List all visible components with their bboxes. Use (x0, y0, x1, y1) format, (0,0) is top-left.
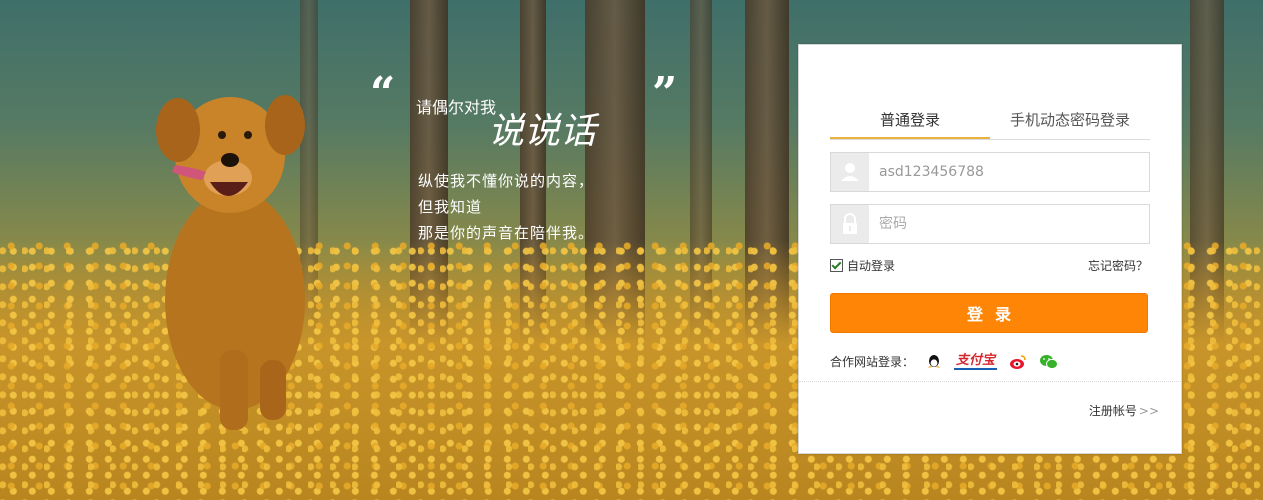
partner-login: 合作网站登录： 支付宝 (830, 353, 1059, 370)
auto-login-checkbox[interactable]: 自动登录 (830, 257, 895, 274)
login-tabs: 普通登录 手机动态密码登录 (830, 101, 1150, 140)
quote-line-2: 说说话 (488, 111, 597, 152)
divider (799, 381, 1181, 382)
qq-icon[interactable] (926, 354, 942, 370)
weibo-icon[interactable] (1009, 354, 1027, 370)
username-input[interactable] (879, 153, 1139, 191)
tab-sms-login[interactable]: 手机动态密码登录 (990, 101, 1150, 139)
wechat-icon[interactable] (1039, 354, 1059, 370)
partner-login-label: 合作网站登录： (830, 355, 915, 369)
quote-line-1: 请偶尔对我 (416, 98, 497, 117)
tab-normal-login[interactable]: 普通登录 (830, 101, 990, 139)
quote-body-line: 纵使我不懂你说的内容， (418, 172, 595, 190)
login-panel: 普通登录 手机动态密码登录 自动登录 忘记密码？ 登录 合作网站登录： 支付宝 (798, 44, 1182, 454)
register-link[interactable]: 注册帐号 >> (1089, 402, 1159, 419)
password-input[interactable] (879, 205, 1139, 243)
register-arrow: >> (1138, 404, 1159, 418)
quote-open-mark: “ (370, 68, 396, 119)
quote-body: 纵使我不懂你说的内容， 但我知道 那是你的声音在陪伴我。 (418, 168, 594, 246)
quote-close-mark: ” (652, 68, 678, 119)
password-field (830, 204, 1150, 244)
forgot-password-link[interactable]: 忘记密码？ (1088, 257, 1148, 274)
quote-body-line: 那是你的声音在陪伴我。 (418, 224, 595, 242)
auto-login-label: 自动登录 (847, 259, 896, 273)
username-field (830, 152, 1150, 192)
golden-retriever-image (156, 95, 305, 430)
user-icon (831, 153, 869, 191)
lock-icon (831, 205, 869, 243)
checkbox-checked-icon[interactable] (830, 259, 843, 272)
login-button[interactable]: 登录 (830, 293, 1148, 333)
quote-body-line: 但我知道 (418, 198, 483, 216)
alipay-icon[interactable]: 支付宝 (954, 353, 998, 370)
register-label: 注册帐号 (1088, 404, 1137, 418)
